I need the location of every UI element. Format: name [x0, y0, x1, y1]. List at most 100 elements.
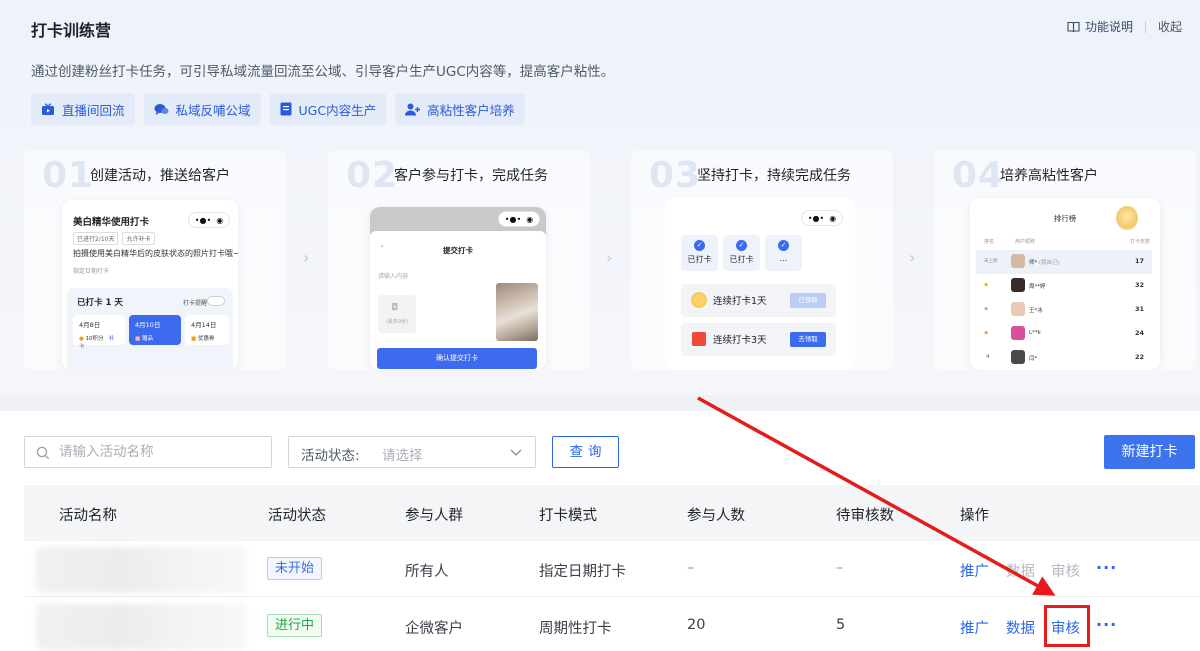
- row-score: 31: [1134, 305, 1144, 313]
- reward-text: 连续打卡1天: [713, 296, 767, 307]
- column-header: 参与人数: [687, 508, 745, 524]
- preview-subtext: 指定日期打卡: [73, 268, 110, 275]
- row-score: 32: [1134, 281, 1144, 289]
- checkin-count: 已打卡 1 天: [77, 298, 123, 308]
- tag-sticky-customer: 高粘性客户培养: [395, 93, 525, 125]
- help-label: 功能说明: [1084, 20, 1133, 34]
- day-item: 4月14日 ■ 优惠券: [185, 315, 229, 345]
- step-number: 03: [649, 155, 702, 196]
- new-checkin-button[interactable]: 新建打卡: [1104, 435, 1195, 469]
- capsule-icon: •●• ◉: [498, 211, 540, 227]
- checked-day: ✓ 已打卡: [723, 235, 760, 271]
- reward-item: 连续打卡3天 去领取: [681, 323, 836, 356]
- preview-chip: 已进行2/10天: [73, 232, 119, 245]
- header-actions: 功能说明 收起: [1067, 18, 1182, 35]
- reward-item: 连续打卡1天 已领取: [681, 284, 836, 317]
- row-name: 王*冰: [1029, 308, 1043, 314]
- more-icon[interactable]: ···: [1096, 558, 1117, 577]
- more-icon[interactable]: ···: [1096, 615, 1117, 634]
- step-number: 01: [42, 155, 95, 196]
- day-item-active: 4月10日 ■ 赠品: [129, 315, 181, 345]
- sheet-placeholder: 请输入内容: [378, 273, 409, 280]
- preview-text: 拍摄使用美白精华后的皮肤状态的照片打卡哦~: [73, 249, 238, 258]
- section-divider: [0, 395, 1200, 411]
- leaderboard-header: 排名: [984, 239, 995, 245]
- status-badge: 进行中: [267, 614, 323, 637]
- avatar: [1011, 278, 1025, 292]
- step4-phone-preview: 排行榜 排名 用户昵称 打卡天数 未上榜 师* (我自己) 17 ◆ 周**婷 …: [970, 198, 1160, 370]
- status-select[interactable]: 活动状态: 请选择: [288, 436, 536, 468]
- camera-icon: ◘: [391, 303, 399, 313]
- tag-live-return: 直播间回流: [31, 93, 135, 125]
- leaderboard-row: ◆ 王*冰 31: [976, 298, 1152, 322]
- book-icon: [1067, 21, 1080, 32]
- day-note: 10积分: [85, 336, 104, 342]
- crown-icon: ◆: [984, 306, 989, 312]
- table-row: 进行中 企微客户 周期性打卡 20 5 推广 数据 审核 ···: [24, 598, 1200, 651]
- help-link[interactable]: 功能说明: [1067, 18, 1133, 35]
- chevron-right-icon: ›: [303, 248, 310, 267]
- feature-tags: 直播间回流 私域反哺公域 UGC内容生产 高粘性客户培养: [31, 93, 525, 125]
- tag-label: 高粘性客户培养: [427, 102, 515, 118]
- day-note: 优惠券: [197, 336, 215, 342]
- ugc-icon: [280, 102, 292, 116]
- reward-button: 已领取: [790, 293, 826, 308]
- promote-link[interactable]: 推广: [960, 617, 989, 638]
- column-header: 打卡模式: [539, 508, 597, 524]
- tag-label: 私域反哺公域: [175, 102, 251, 118]
- sheet-title: 提交打卡: [443, 246, 473, 255]
- cell-mode: 指定日期打卡: [539, 564, 626, 580]
- page-title: 打卡训练营: [31, 21, 112, 40]
- leaderboard-row: 4 闫* 22: [976, 346, 1152, 370]
- step-card-2: 02 客户参与打卡，完成任务 •●• ◉ ⌄ 提交打卡 请输入内容 ◘ (最多9…: [328, 150, 590, 370]
- query-button[interactable]: 查询: [552, 436, 619, 468]
- chevron-right-icon: ›: [606, 248, 613, 267]
- row-rank: 4: [986, 354, 990, 360]
- preview-checkin-card: 已打卡 1 天 打卡提醒 4月8日 ● 10积分 补卡 4月10日 ■ 赠品 4…: [67, 288, 233, 370]
- step-number: 02: [346, 155, 399, 196]
- row-note: (我自己): [1039, 260, 1060, 266]
- add-photo-hint: (最多9张): [385, 319, 409, 325]
- status-select-label: 活动状态:: [301, 448, 360, 464]
- crown-icon: ◆: [984, 282, 989, 288]
- intro-panel: 打卡训练营 功能说明 收起 通过创建粉丝打卡任务，可引导私域流量回流至公域、引导…: [0, 0, 1200, 395]
- step-card-3: 03 坚持打卡，持续完成任务 •●• ◉ ✓ 已打卡 ✓ 已打卡 ✓... 连续打卡…: [631, 150, 893, 370]
- search-icon: [36, 446, 50, 460]
- leaderboard-header: 用户昵称: [1015, 239, 1036, 245]
- chevron-down-icon: [510, 449, 522, 456]
- table-row: 未开始 所有人 指定日期打卡 – – 推广 数据 审核 ···: [24, 541, 1200, 597]
- column-header: 参与人群: [405, 508, 463, 524]
- step-title: 创建活动，推送给客户: [90, 168, 230, 184]
- row-score: 24: [1134, 329, 1144, 337]
- uploaded-photo: [496, 283, 538, 341]
- row-rank: 未上榜: [984, 259, 998, 264]
- step-title: 客户参与打卡，完成任务: [394, 168, 548, 184]
- row-name-text: 师*: [1029, 260, 1038, 266]
- day-note: 赠品: [141, 336, 153, 342]
- avatar: [1011, 254, 1025, 268]
- step-card-4: 04 培养高粘性客户 排行榜 排名 用户昵称 打卡天数 未上榜 师* (我自己)…: [934, 150, 1196, 370]
- capsule-icon: •●• ◉: [801, 210, 843, 226]
- day-item: 4月8日 ● 10积分 补卡: [73, 315, 125, 350]
- check-icon: ✓: [694, 240, 705, 251]
- check-icon: ✓: [736, 240, 747, 251]
- step3-phone-preview: •●• ◉ ✓ 已打卡 ✓ 已打卡 ✓... 连续打卡1天 已领取 连续打卡3天 去…: [665, 198, 855, 370]
- review-link[interactable]: 审核: [1051, 560, 1080, 581]
- leaderboard-row: ◆ L**k 24: [976, 322, 1152, 346]
- reminder-label: 打卡提醒: [182, 300, 207, 307]
- toggle-icon: [207, 296, 225, 306]
- live-icon: [42, 102, 54, 115]
- step-title: 培养高粘性客户: [1000, 168, 1098, 184]
- row-score: 17: [1134, 257, 1144, 265]
- avatar: [1011, 326, 1025, 340]
- data-link[interactable]: 数据: [1006, 617, 1035, 638]
- cell-mode: 周期性打卡: [539, 621, 612, 637]
- search-box[interactable]: [24, 436, 272, 468]
- data-link[interactable]: 数据: [1006, 560, 1035, 581]
- search-input[interactable]: [59, 441, 259, 463]
- checked-day: ✓ 已打卡: [681, 235, 718, 271]
- collapse-button[interactable]: 收起: [1158, 18, 1182, 35]
- column-header: 待审核数: [836, 508, 894, 524]
- tag-private-to-public: 私域反哺公域: [143, 93, 261, 125]
- promote-link[interactable]: 推广: [960, 560, 989, 581]
